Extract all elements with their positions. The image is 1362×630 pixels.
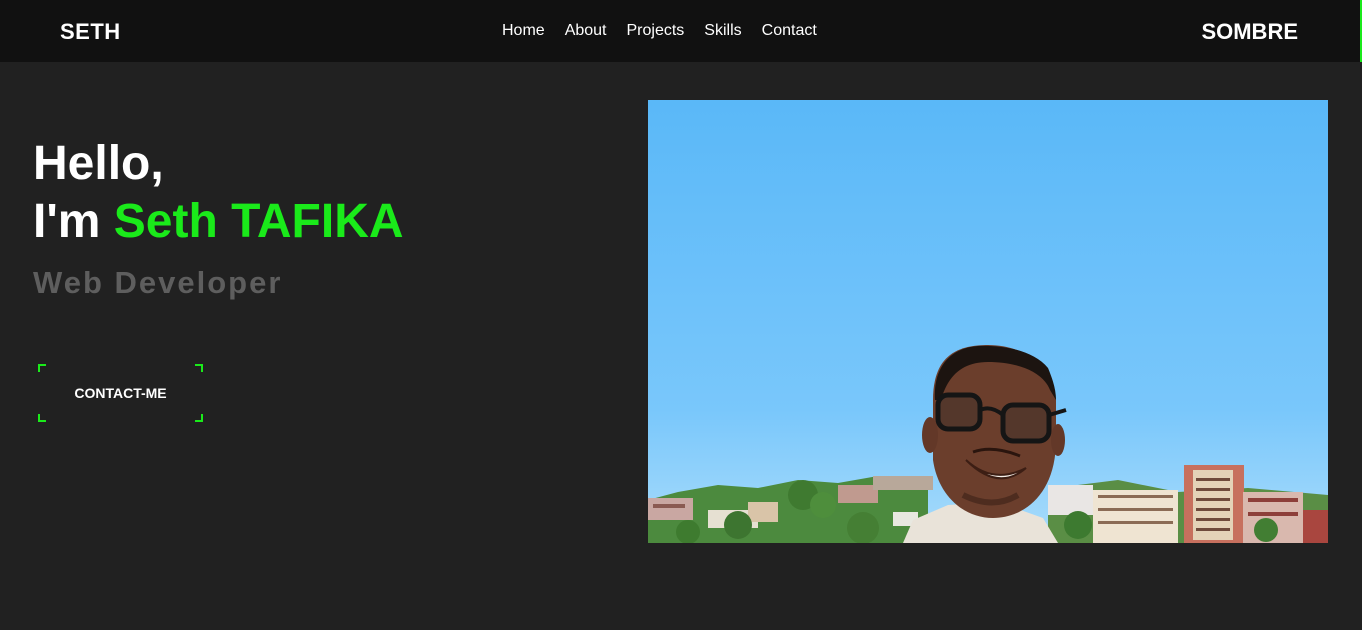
theme-toggle-button[interactable]: SOMBRE <box>1201 19 1298 45</box>
corner-bracket-top-left <box>38 364 46 372</box>
nav-link-about[interactable]: About <box>565 22 607 40</box>
navbar: SETH Home About Projects Skills Contact … <box>0 0 1362 62</box>
contact-me-label: CONTACT-ME <box>74 385 167 401</box>
corner-bracket-bottom-right <box>195 414 203 422</box>
nav-link-home[interactable]: Home <box>502 22 545 40</box>
nav-links: Home About Projects Skills Contact <box>502 22 817 40</box>
brand-logo[interactable]: SETH <box>60 19 121 45</box>
hero-greeting: Hello, <box>33 137 164 190</box>
hero-intro: Hello, I'm Seth TAFIKA Web Developer <box>33 135 404 301</box>
hero-intro-prefix: I'm <box>33 195 101 248</box>
corner-bracket-top-right <box>195 364 203 372</box>
portrait-photo-image <box>648 100 1328 543</box>
nav-link-skills[interactable]: Skills <box>704 22 741 40</box>
corner-bracket-bottom-left <box>38 414 46 422</box>
contact-me-button[interactable]: CONTACT-ME <box>38 364 203 422</box>
hero-role: Web Developer <box>33 265 283 300</box>
profile-photo <box>648 100 1328 543</box>
hero-name: Seth TAFIKA <box>113 195 404 248</box>
nav-link-projects[interactable]: Projects <box>627 22 685 40</box>
hero-name-line: I'm Seth TAFIKA <box>33 193 404 251</box>
nav-link-contact[interactable]: Contact <box>762 22 817 40</box>
